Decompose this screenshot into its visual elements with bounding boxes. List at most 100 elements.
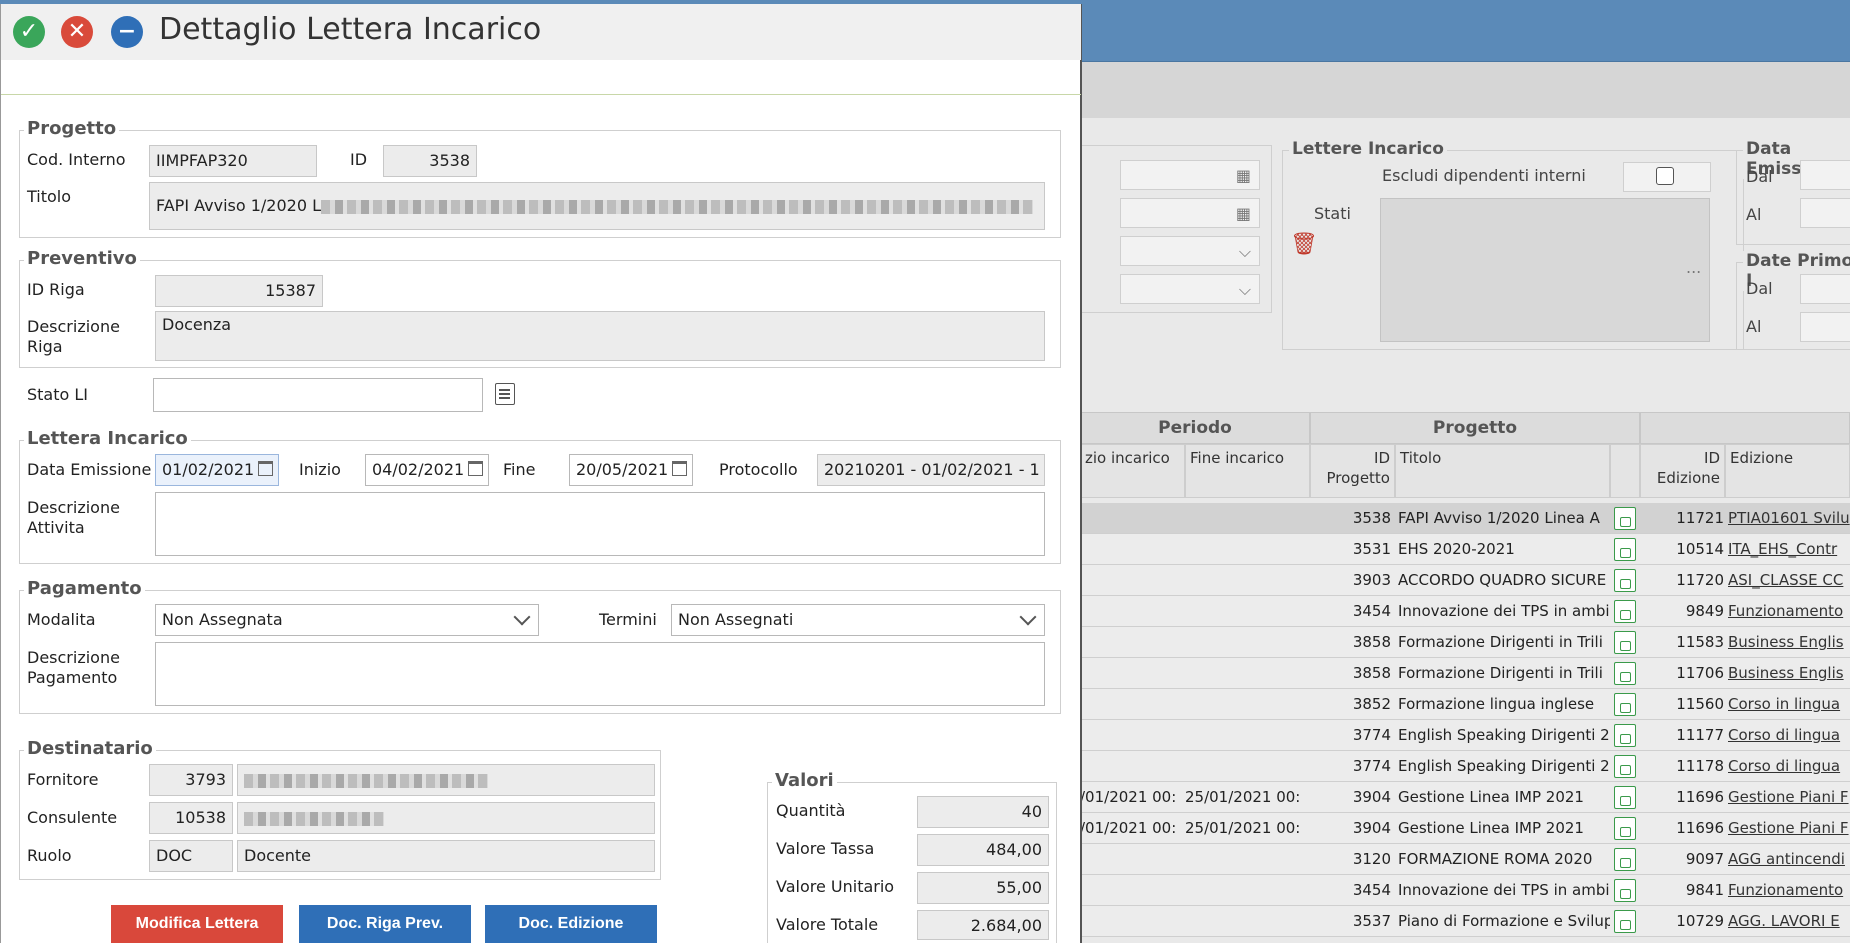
document-icon[interactable] — [1614, 817, 1636, 840]
data-emissione-input[interactable]: 01/02/2021 — [155, 454, 279, 486]
date-primo-dal[interactable] — [1800, 274, 1850, 304]
data-emissione-dal[interactable] — [1800, 160, 1850, 190]
trash-icon[interactable]: 🗑 — [1290, 232, 1318, 257]
document-icon[interactable] — [1614, 662, 1636, 685]
stati-list[interactable] — [1380, 198, 1710, 342]
table-row[interactable]: 3774 English Speaking Dirigenti 2(11177 Co… — [1080, 720, 1850, 751]
col-id-edizione-line1: ID — [1704, 449, 1720, 467]
cell-titolo: Formazione Dirigenti in Trili — [1398, 633, 1603, 651]
cell-edizione[interactable]: ITA_EHS_Contr — [1728, 534, 1850, 565]
table-row[interactable]: /01/2021 00: 25/01/2021 00: 3904 Gestione L… — [1080, 813, 1850, 844]
table-row[interactable]: 3774 English Speaking Dirigenti 2(11178 Co… — [1080, 751, 1850, 782]
descrizione-pagamento-textarea[interactable] — [155, 642, 1045, 706]
table-row[interactable]: 3858 Formazione Dirigenti in Trili 11706 Bu… — [1080, 658, 1850, 689]
descrizione-riga-label-2: Riga — [27, 337, 63, 356]
stato-li-input[interactable] — [153, 378, 483, 412]
col-id-edizione[interactable]: ID Edizione — [1640, 444, 1725, 498]
lettere-incarico-legend: Lettere Incarico — [1289, 139, 1447, 159]
calendar-icon[interactable] — [672, 461, 687, 476]
cell-edizione[interactable]: Business Englis — [1728, 627, 1850, 658]
table-row[interactable]: 3852 Formazione lingua inglese 11560 Corso … — [1080, 689, 1850, 720]
cell-edizione[interactable]: Gestione Piani F — [1728, 813, 1850, 844]
table-row[interactable]: 3454 Innovazione dei TPS in ambi 9841 Funzi… — [1080, 875, 1850, 906]
cell-fine — [1185, 875, 1308, 906]
filter-select-2[interactable]: ⌵ — [1120, 274, 1260, 304]
calendar-icon[interactable]: ▦ — [1236, 204, 1251, 223]
cell-edizione[interactable]: Corso in lingua — [1728, 689, 1850, 720]
table-row[interactable]: 3454 Innovazione dei TPS in ambi 9849 Funzi… — [1080, 596, 1850, 627]
chevron-down-icon: ⌵ — [1238, 242, 1251, 261]
cell-edizione[interactable]: Gestione Piani F — [1728, 782, 1850, 813]
document-icon[interactable] — [1614, 848, 1636, 871]
col-edizione[interactable]: Edizione — [1725, 444, 1850, 498]
document-icon[interactable] — [1614, 724, 1636, 747]
document-icon[interactable] — [1614, 569, 1636, 592]
col-id-progetto[interactable]: ID Progetto — [1310, 444, 1395, 498]
cell-edizione[interactable]: Corso di lingua — [1728, 751, 1850, 782]
lookup-icon[interactable] — [495, 383, 515, 405]
document-icon[interactable] — [1614, 600, 1636, 623]
date-primo-al[interactable] — [1800, 312, 1850, 342]
cell-edizione[interactable]: AGG. LAVORI E — [1728, 906, 1850, 937]
document-icon[interactable] — [1614, 786, 1636, 809]
modalita-select[interactable]: Non Assegnata — [155, 604, 539, 636]
cell-edizione[interactable]: Business Englis — [1728, 658, 1850, 689]
escludi-checkbox[interactable] — [1656, 167, 1674, 185]
calendar-icon[interactable]: ▦ — [1236, 166, 1251, 185]
cell-edizione[interactable]: Funzionamento — [1728, 596, 1850, 627]
cell-edizione[interactable]: Funzionamento — [1728, 875, 1850, 906]
close-icon[interactable]: ✕ — [61, 16, 93, 48]
col-inizio-incarico[interactable]: zio incarico — [1080, 444, 1185, 498]
document-icon[interactable] — [1614, 910, 1636, 933]
table-row[interactable]: /01/2021 00: 25/01/2021 00: 3904 Gestione L… — [1080, 782, 1850, 813]
filter-date-1[interactable]: ▦ — [1120, 160, 1260, 190]
cell-edizione[interactable]: PTIA01601 Svilu — [1728, 503, 1850, 534]
table-row[interactable]: 3538 FAPI Avviso 1/2020 Linea A 11721 PTIA0… — [1080, 503, 1850, 534]
filter-date-2[interactable]: ▦ — [1120, 198, 1260, 228]
fornitore-id-field: 3793 — [149, 764, 233, 796]
table-row[interactable]: 3531 EHS 2020-2021 10514 ITA_EHS_Contr — [1080, 534, 1850, 565]
confirm-icon[interactable]: ✓ — [13, 16, 45, 48]
table-row[interactable]: 3903 ACCORDO QUADRO SICURE 11720 ASI_CLASSE… — [1080, 565, 1850, 596]
cell-edizione[interactable]: ASI_CLASSE CC — [1728, 565, 1850, 596]
cell-inizio — [1080, 534, 1183, 565]
modifica-lettera-button[interactable]: Modifica Lettera — [111, 905, 283, 943]
cell-ided: 9849 — [1685, 602, 1724, 620]
fine-input[interactable]: 20/05/2021 — [569, 454, 693, 486]
document-icon[interactable] — [1614, 693, 1636, 716]
consulente-id-field: 10538 — [149, 802, 233, 834]
stati-more-icon[interactable]: ... — [1686, 258, 1701, 277]
calendar-icon[interactable] — [258, 461, 273, 476]
inizio-input[interactable]: 04/02/2021 — [365, 454, 489, 486]
document-icon[interactable] — [1614, 538, 1636, 561]
escludi-label: Escludi dipendenti interni — [1382, 166, 1586, 185]
cell-id: 3904 — [1352, 788, 1391, 806]
id-riga-label: ID Riga — [27, 280, 85, 299]
document-icon[interactable] — [1614, 507, 1636, 530]
document-icon[interactable] — [1614, 755, 1636, 778]
cell-edizione[interactable]: AGG antincendi — [1728, 844, 1850, 875]
table-row[interactable]: 3858 Formazione Dirigenti in Trili 11583 Bu… — [1080, 627, 1850, 658]
col-fine-incarico[interactable]: Fine incarico — [1185, 444, 1310, 498]
filter-select-1[interactable]: ⌵ — [1120, 236, 1260, 266]
cell-id: 3120 — [1352, 850, 1391, 868]
col-titolo[interactable]: Titolo — [1395, 444, 1610, 498]
title-separator — [1, 94, 1081, 95]
modalita-label: Modalita — [27, 610, 96, 629]
document-icon[interactable] — [1614, 631, 1636, 654]
calendar-icon[interactable] — [468, 461, 483, 476]
cell-fine: 25/01/2021 00: — [1185, 819, 1301, 837]
table-row[interactable]: 3120 FORMAZIONE ROMA 2020 9097 AGG antincen… — [1080, 844, 1850, 875]
table-row[interactable]: 3537 Piano di Formazione e Svilup 10729 AGG… — [1080, 906, 1850, 937]
data-emissione-al[interactable] — [1800, 198, 1850, 228]
doc-riga-prev-button[interactable]: Doc. Riga Prev. — [299, 905, 471, 943]
doc-edizione-button[interactable]: Doc. Edizione — [485, 905, 657, 943]
descrizione-attivita-textarea[interactable] — [155, 492, 1045, 556]
cell-edizione[interactable]: Corso di lingua — [1728, 720, 1850, 751]
document-icon[interactable] — [1614, 879, 1636, 902]
minimize-icon[interactable]: − — [111, 16, 143, 48]
ruolo-desc-field: Docente — [237, 840, 655, 872]
grid-group-periodo: Periodo — [1080, 412, 1310, 444]
termini-select[interactable]: Non Assegnati — [671, 604, 1045, 636]
protocollo-label: Protocollo — [719, 460, 798, 479]
